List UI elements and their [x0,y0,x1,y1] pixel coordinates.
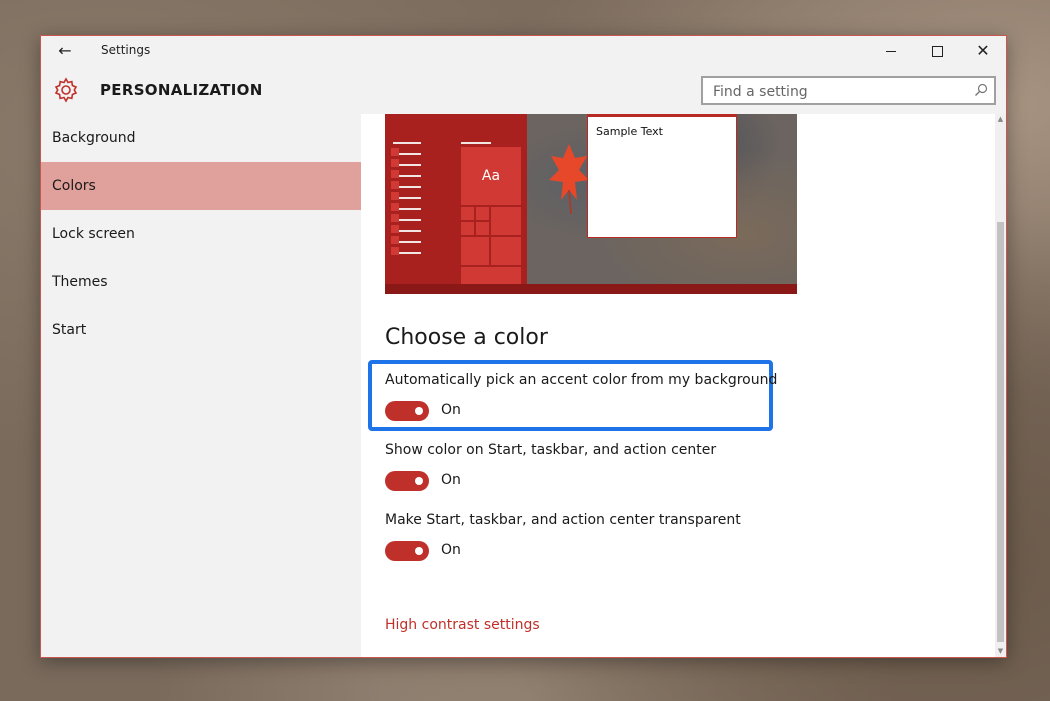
search-input[interactable] [711,80,965,103]
transparent-toggle[interactable] [385,541,429,561]
scroll-up-arrow[interactable]: ▲ [995,114,1006,125]
sidebar: Background Colors Lock screen Themes Sta… [41,114,361,657]
auto-accent-state: On [441,402,461,418]
sidebar-item-lock-screen[interactable]: Lock screen [41,210,361,258]
scroll-thumb[interactable] [997,222,1004,642]
toggle-knob [415,407,423,415]
settings-window: ← Settings ✕ PERSONALIZATION Background … [40,35,1007,658]
preview-tile: Aa [461,147,521,205]
preview-taskbar [385,284,797,294]
leaf-image [549,144,589,214]
sample-text: Sample Text [596,125,663,138]
page-header: PERSONALIZATION [41,66,1006,114]
show-color-state: On [441,472,461,488]
content-pane: Aa Sample Text Choose a color Automatica… [361,114,995,657]
close-button[interactable]: ✕ [960,36,1006,66]
toggle-knob [415,547,423,555]
transparent-label: Make Start, taskbar, and action center t… [385,512,741,528]
close-icon: ✕ [976,41,990,60]
auto-accent-label: Automatically pick an accent color from … [385,372,778,388]
sidebar-item-background[interactable]: Background [41,114,361,162]
sidebar-item-colors[interactable]: Colors [41,162,361,210]
preview-start-menu: Aa [385,114,527,284]
search-box[interactable] [701,76,996,105]
preview-sample-window: Sample Text [587,114,737,238]
section-title: Choose a color [385,325,548,350]
show-color-toggle[interactable] [385,471,429,491]
auto-accent-toggle[interactable] [385,401,429,421]
back-button[interactable]: ← [53,40,77,62]
gear-icon [54,77,78,103]
transparent-state: On [441,542,461,558]
scroll-down-arrow[interactable]: ▼ [995,646,1006,657]
theme-preview: Aa Sample Text [385,114,797,294]
highlight-annotation [368,360,773,431]
sidebar-item-start[interactable]: Start [41,306,361,354]
high-contrast-link[interactable]: High contrast settings [385,617,540,633]
minimize-button[interactable] [868,36,914,66]
maximize-button[interactable] [914,36,960,66]
preview-small-tiles [461,207,521,284]
sidebar-item-themes[interactable]: Themes [41,258,361,306]
maximize-icon [931,45,943,57]
window-title: Settings [101,43,151,57]
page-title: PERSONALIZATION [100,81,263,99]
toggle-knob [415,477,423,485]
search-icon[interactable] [974,83,988,97]
show-color-label: Show color on Start, taskbar, and action… [385,442,717,458]
scrollbar[interactable]: ▲ ▼ [995,114,1006,657]
arrow-left-icon: ← [58,41,72,60]
title-bar: ← Settings ✕ [41,36,1006,66]
minimize-icon [886,50,896,52]
